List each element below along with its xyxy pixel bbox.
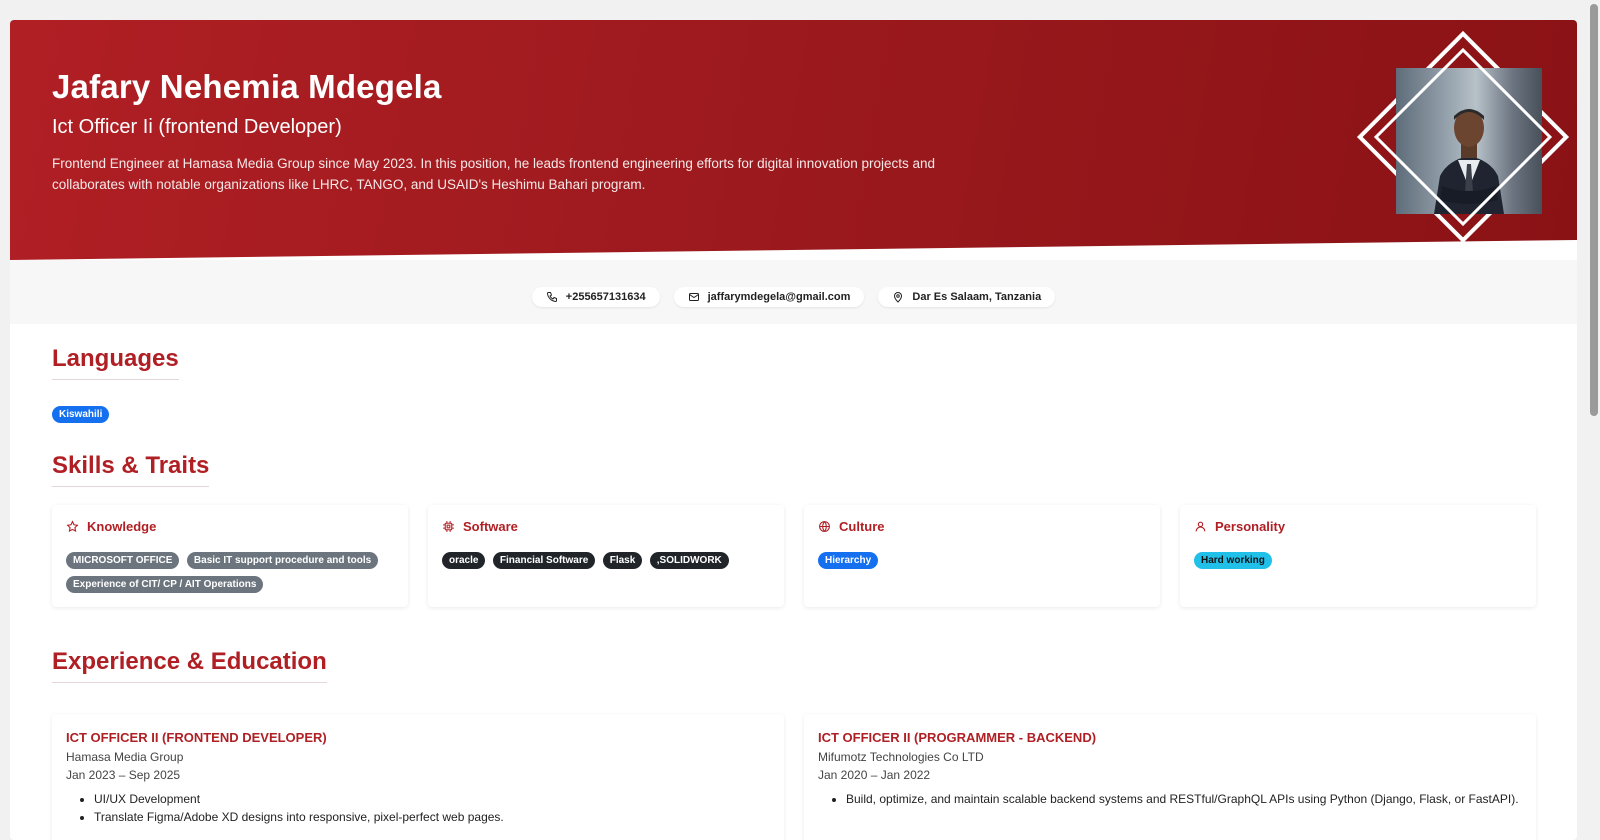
avatar-frame xyxy=(1356,30,1570,244)
email-chip[interactable]: jaffarymdegela@gmail.com xyxy=(673,287,865,307)
software-card: Software oracle Financial Software Flask… xyxy=(428,505,784,607)
knowledge-card: Knowledge MICROSOFT OFFICE Basic IT supp… xyxy=(52,505,408,607)
software-label: Software xyxy=(463,519,518,534)
experience-card: ICT OFFICER II (PROGRAMMER - BACKEND) Mi… xyxy=(804,714,1536,840)
mail-icon xyxy=(688,293,699,301)
hero-banner: Jafary Nehemia Mdegela Ict Officer Ii (f… xyxy=(10,20,1577,260)
skills-heading: Skills & Traits xyxy=(52,452,210,487)
scrollbar-thumb[interactable] xyxy=(1590,4,1598,416)
culture-card-header: Culture xyxy=(818,519,1146,534)
experience-bullets: Build, optimize, and maintain scalable b… xyxy=(818,790,1522,808)
chip-icon xyxy=(443,521,454,532)
experience-card: ICT OFFICER II (FRONTEND DEVELOPER) Hama… xyxy=(52,714,784,840)
profile-page: Jafary Nehemia Mdegela Ict Officer Ii (f… xyxy=(10,20,1577,840)
skill-tag: ,SOLIDWORK xyxy=(649,552,729,569)
profile-bio-line: collaborates with notable organizations … xyxy=(52,177,646,192)
location-text: Dar Es Salaam, Tanzania xyxy=(912,291,1042,303)
personality-tags: Hard working xyxy=(1194,550,1522,574)
phone-text: +255657131634 xyxy=(565,291,646,303)
skill-tag: MICROSOFT OFFICE xyxy=(66,552,180,569)
skill-tag: Basic IT support procedure and tools xyxy=(186,552,379,569)
skill-tag: Hierarchy xyxy=(818,552,879,569)
experience-org: Mifumotz Technologies Co LTD xyxy=(818,750,984,764)
knowledge-tags: MICROSOFT OFFICE Basic IT support proced… xyxy=(66,550,394,598)
profile-bio: Frontend Engineer at Hamasa Media Group … xyxy=(52,153,1052,195)
experience-dates: Jan 2020 – Jan 2022 xyxy=(818,768,931,782)
profile-name: Jafary Nehemia Mdegela xyxy=(52,68,442,105)
culture-card: Culture Hierarchy xyxy=(804,505,1160,607)
skill-tag: Flask xyxy=(602,552,643,569)
knowledge-label: Knowledge xyxy=(87,519,157,534)
experience-role: ICT OFFICER II (FRONTEND DEVELOPER) xyxy=(66,730,327,745)
contact-row: +255657131634 jaffarymdegela@gmail.com D… xyxy=(10,287,1577,307)
star-icon xyxy=(66,520,79,532)
language-tag: Kiswahili xyxy=(52,406,110,423)
experience-dates: Jan 2023 – Sep 2025 xyxy=(66,768,181,782)
experience-list: ICT OFFICER II (FRONTEND DEVELOPER) Hama… xyxy=(52,714,1536,840)
globe-icon xyxy=(819,521,830,532)
experience-bullet: UI/UX Development xyxy=(94,790,770,808)
contact-bar: +255657131634 jaffarymdegela@gmail.com D… xyxy=(10,260,1577,324)
languages-list: Kiswahili xyxy=(52,404,112,428)
personality-card-header: Personality xyxy=(1194,519,1522,534)
skill-tag: Experience of CIT/ CP / AIT Operations xyxy=(66,576,264,593)
page-scrollbar[interactable] xyxy=(1588,0,1600,829)
software-card-header: Software xyxy=(442,519,770,534)
experience-bullet: Build, optimize, and maintain scalable b… xyxy=(846,790,1522,808)
culture-label: Culture xyxy=(839,519,885,534)
experience-org: Hamasa Media Group xyxy=(66,750,184,764)
experience-role: ICT OFFICER II (PROGRAMMER - BACKEND) xyxy=(818,730,1097,745)
personality-label: Personality xyxy=(1215,519,1286,534)
user-icon xyxy=(1195,521,1206,532)
experience-heading: Experience & Education xyxy=(52,648,327,683)
software-tags: oracle Financial Software Flask ,SOLIDWO… xyxy=(442,550,770,574)
profile-bio-line: Frontend Engineer at Hamasa Media Group … xyxy=(52,156,936,171)
knowledge-card-header: Knowledge xyxy=(66,519,394,534)
location-chip[interactable]: Dar Es Salaam, Tanzania xyxy=(878,287,1056,307)
phone-chip[interactable]: +255657131634 xyxy=(531,287,660,307)
personality-card: Personality Hard working xyxy=(1180,505,1536,607)
skill-tag: Hard working xyxy=(1194,552,1272,569)
phone-icon xyxy=(546,292,557,303)
languages-heading: Languages xyxy=(52,345,179,380)
culture-tags: Hierarchy xyxy=(818,550,1146,574)
email-text: jaffarymdegela@gmail.com xyxy=(707,291,851,303)
experience-bullets: UI/UX Development Translate Figma/Adobe … xyxy=(66,790,770,826)
skill-tag: Financial Software xyxy=(492,552,596,569)
skills-cards: Knowledge MICROSOFT OFFICE Basic IT supp… xyxy=(52,505,1536,607)
skill-tag: oracle xyxy=(442,552,486,569)
experience-bullet: Translate Figma/Adobe XD designs into re… xyxy=(94,808,770,826)
profile-title: Ict Officer Ii (frontend Developer) xyxy=(52,116,342,138)
map-pin-icon xyxy=(894,292,903,303)
